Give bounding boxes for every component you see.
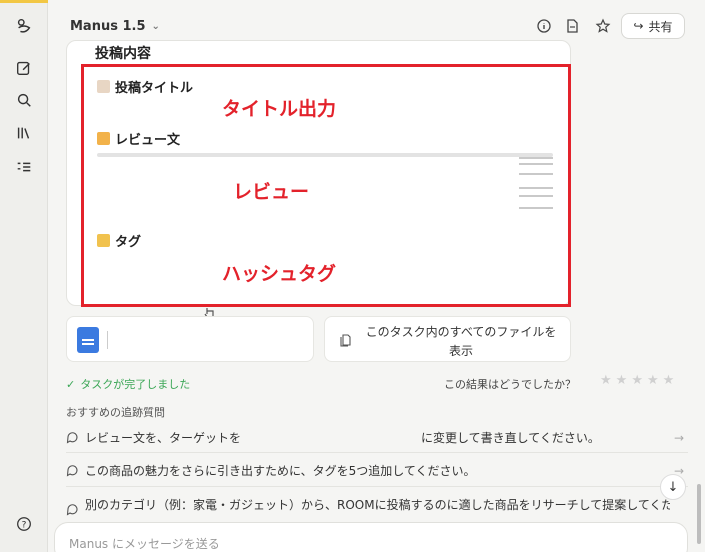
view-all-files-label: このタスク内のすべてのファイルを表示 — [365, 325, 557, 358]
top-accent-bar — [0, 0, 48, 3]
model-selector[interactable]: Manus 1.5 ⌄ — [70, 19, 160, 34]
info-icon[interactable] — [534, 16, 554, 36]
blurred-line — [519, 187, 553, 189]
card-title: 投稿内容 — [95, 46, 151, 62]
star-icon[interactable] — [593, 16, 613, 36]
star-icon[interactable]: ★ — [631, 373, 643, 388]
task-complete-status: ✓ タスクが完了しました — [66, 376, 190, 392]
view-all-files-button[interactable]: このタスク内のすべてのファイルを表示 — [324, 316, 571, 362]
blurred-line — [519, 195, 553, 197]
annotation-hashtag: ハッシュタグ — [222, 263, 337, 285]
blurred-line — [519, 173, 553, 175]
star-icon[interactable]: ★ — [647, 373, 659, 388]
task-list-icon[interactable] — [14, 157, 34, 177]
check-icon: ✓ — [66, 377, 76, 391]
search-icon[interactable] — [14, 90, 34, 110]
page-icon — [97, 80, 110, 93]
share-label: 共有 — [648, 19, 673, 34]
message-placeholder: Manus にメッセージを送る — [69, 537, 220, 551]
section-label: 投稿タイトル — [115, 81, 194, 96]
section-tags: タグ — [97, 231, 141, 250]
star-icon[interactable]: ★ — [616, 373, 628, 388]
section-label: タグ — [115, 235, 142, 250]
divider — [66, 486, 688, 487]
divider — [66, 452, 688, 453]
chevron-down-icon: ⌄ — [151, 21, 160, 32]
text-cursor — [107, 331, 108, 349]
suggested-questions-title: おすすめの追跡質問 — [66, 406, 165, 419]
scroll-down-button[interactable]: ↓ — [660, 474, 686, 500]
section-label: レビュー文 — [115, 133, 181, 148]
chat-bubble-icon — [66, 504, 78, 516]
annotation-title-output: タイトル出力 — [222, 98, 337, 120]
tag-icon — [97, 234, 110, 247]
rating-question: この結果はどうでしたか？ — [444, 378, 576, 391]
google-doc-icon — [77, 327, 99, 353]
arrow-right-icon: → — [673, 430, 684, 445]
suggestion-item[interactable]: 別のカテゴリ（例：家電・ガジェット）から、ROOMに投稿するのに適した商品をリサ… — [66, 497, 690, 516]
suggestion-text: この商品の魅力をさらに引き出すために、タグを5つ追加してください。 — [85, 464, 476, 478]
manus-logo-icon[interactable] — [14, 16, 34, 36]
star-icon[interactable]: ★ — [600, 373, 612, 388]
file-tile-document[interactable] — [66, 316, 314, 362]
arrow-down-icon: ↓ — [667, 479, 679, 495]
share-icon: ↪ — [633, 19, 644, 33]
help-icon[interactable]: ? — [14, 514, 34, 534]
section-review: レビュー文 — [97, 129, 180, 148]
suggestion-item[interactable]: レビュー文を、ターゲットを に変更して書き直してください。 → — [66, 429, 690, 446]
blurred-review-text — [97, 153, 553, 157]
file-icon[interactable] — [562, 16, 582, 36]
suggestion-text: レビュー文を、ターゲットを に変更して書き直してください。 — [85, 431, 600, 445]
scrollbar[interactable] — [697, 484, 701, 544]
left-sidebar: ? — [0, 0, 48, 552]
annotation-review: レビュー — [233, 181, 310, 203]
chat-bubble-icon — [66, 465, 78, 477]
suggestion-text: 別のカテゴリ（例：家電・ガジェット）から、ROOMに投稿するのに適した商品をリサ… — [85, 498, 670, 512]
model-name: Manus 1.5 — [70, 19, 146, 34]
task-complete-label: タスクが完了しました — [80, 378, 191, 391]
share-button[interactable]: ↪ 共有 — [621, 13, 685, 39]
blurred-line — [519, 157, 553, 159]
svg-text:?: ? — [22, 521, 27, 531]
blurred-line — [519, 207, 553, 209]
rating-stars: ★ ★ ★ ★ ★ — [600, 373, 674, 388]
suggestion-item[interactable]: この商品の魅力をさらに引き出すために、タグを5つ追加してください。 → — [66, 462, 690, 479]
section-post-title: 投稿タイトル — [97, 77, 193, 96]
message-input[interactable]: Manus にメッセージを送る — [54, 522, 688, 552]
writing-hand-icon — [97, 132, 110, 145]
blurred-line — [519, 163, 553, 165]
library-icon[interactable] — [14, 123, 34, 143]
chat-bubble-icon — [66, 432, 78, 444]
star-icon[interactable]: ★ — [663, 373, 675, 388]
new-task-icon[interactable] — [14, 58, 34, 78]
files-icon — [340, 334, 351, 347]
